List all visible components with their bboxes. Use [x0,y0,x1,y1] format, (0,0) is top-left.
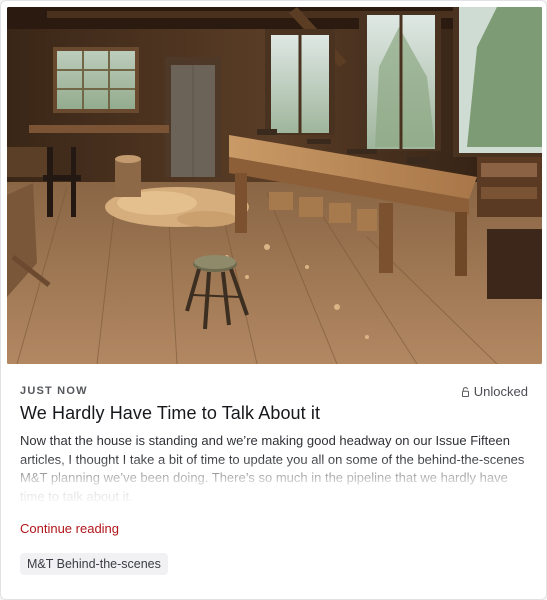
post-card: JUST NOW Unlocked We Hardly Have Time to… [0,0,547,600]
continue-reading-link[interactable]: Continue reading [20,521,119,536]
post-hero-image[interactable] [7,7,542,364]
post-title[interactable]: We Hardly Have Time to Talk About it [20,403,320,424]
access-label: Unlocked [473,384,528,399]
post-excerpt: Now that the house is standing and we’re… [20,433,525,502]
post-timestamp: JUST NOW [20,385,88,397]
post-tag[interactable]: M&T Behind-the-scenes [20,553,168,575]
unlock-icon [461,386,469,397]
workshop-photo [7,7,542,364]
access-status: Unlocked [461,384,528,399]
post-meta: JUST NOW Unlocked [20,384,528,401]
